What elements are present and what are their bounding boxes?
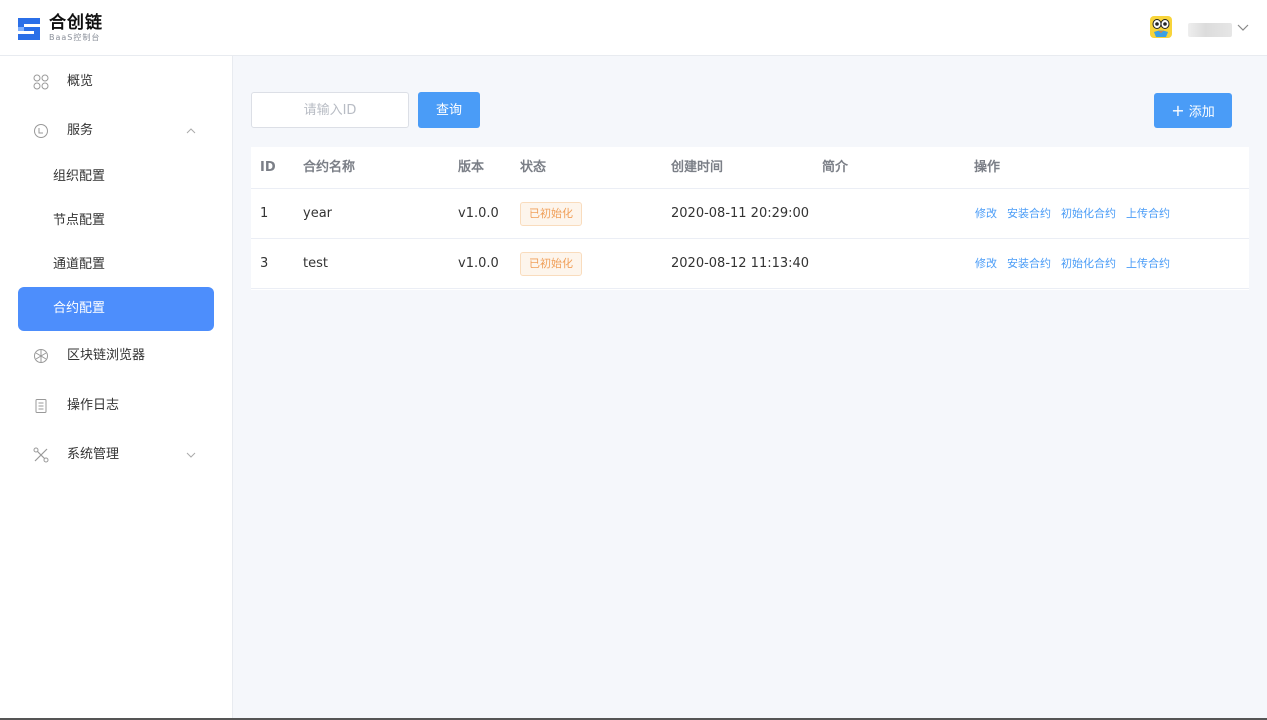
sidebar-item-channel-config[interactable]: 通道配置 (18, 243, 214, 287)
cell-id: 1 (260, 206, 269, 221)
search-id-input[interactable] (251, 92, 409, 128)
table-row: 3 test v1.0.0 已初始化 2020-08-12 11:13:40 修… (251, 239, 1249, 289)
logo-subtitle: BaaS控制台 (49, 33, 101, 42)
sidebar-item-system-management[interactable]: 系统管理 (18, 433, 214, 477)
service-icon (34, 124, 48, 138)
sidebar-item-org-config[interactable]: 组织配置 (18, 155, 214, 199)
cell-version: v1.0.0 (458, 206, 499, 221)
sidebar-item-label: 操作日志 (67, 398, 120, 413)
install-contract-link[interactable]: 安装合约 (1007, 257, 1051, 270)
globe-icon (34, 349, 48, 363)
sidebar-item-label: 区块链浏览器 (67, 348, 146, 363)
init-contract-link[interactable]: 初始化合约 (1061, 207, 1116, 220)
sidebar-item-label: 服务 (67, 123, 94, 138)
cell-created: 2020-08-12 11:13:40 (671, 256, 810, 271)
cell-created: 2020-08-11 20:29:00 (671, 206, 810, 221)
sidebar-item-node-config[interactable]: 节点配置 (18, 199, 214, 243)
grid-icon (33, 74, 49, 90)
sidebar-item-blockchain-explorer[interactable]: 区块链浏览器 (18, 334, 214, 378)
add-button[interactable]: + 添加 (1154, 93, 1232, 128)
row-actions: 修改 安装合约 初始化合约 上传合约 (975, 239, 1180, 289)
column-header-intro: 简介 (822, 160, 849, 175)
app-logo[interactable]: 合创链 BaaS控制台 (16, 12, 116, 44)
sidebar-subitem-label: 合约配置 (53, 301, 106, 316)
column-header-status: 状态 (520, 160, 547, 175)
sidebar-item-operation-log[interactable]: 操作日志 (18, 384, 214, 428)
install-contract-link[interactable]: 安装合约 (1007, 207, 1051, 220)
username-blurred[interactable] (1188, 23, 1232, 37)
cell-version: v1.0.0 (458, 256, 499, 271)
tools-icon (33, 447, 49, 463)
sidebar-subitem-label: 组织配置 (53, 169, 106, 184)
upload-contract-link[interactable]: 上传合约 (1126, 257, 1170, 270)
logo-icon (18, 18, 40, 40)
sidebar-item-label: 系统管理 (67, 447, 120, 462)
qq-penguin-avatar-icon[interactable] (1149, 15, 1173, 39)
sidebar-item-contract-config[interactable]: 合约配置 (18, 287, 214, 331)
table-header: ID 合约名称 版本 状态 创建时间 简介 操作 (251, 147, 1249, 189)
init-contract-link[interactable]: 初始化合约 (1061, 257, 1116, 270)
logo-title: 合创链 (49, 13, 103, 33)
log-icon (35, 399, 47, 413)
column-header-name: 合约名称 (303, 160, 356, 175)
edit-link[interactable]: 修改 (975, 207, 997, 220)
sidebar: 概览 服务 组织配置 节点配置 通道配置 合约配置 区块链浏览器 操作日志 系统… (0, 56, 233, 720)
upload-contract-link[interactable]: 上传合约 (1126, 207, 1170, 220)
status-badge: 已初始化 (520, 252, 582, 276)
cell-name: test (303, 256, 328, 271)
sidebar-item-overview[interactable]: 概览 (18, 60, 214, 104)
cell-name: year (303, 206, 333, 221)
row-actions: 修改 安装合约 初始化合约 上传合约 (975, 189, 1180, 239)
column-header-actions: 操作 (974, 160, 1001, 175)
contract-table: ID 合约名称 版本 状态 创建时间 简介 操作 1 year v1.0.0 已… (251, 147, 1249, 290)
edit-link[interactable]: 修改 (975, 257, 997, 270)
chevron-down-icon[interactable] (1237, 24, 1249, 32)
chevron-down-icon[interactable] (186, 451, 196, 459)
chevron-up-icon[interactable] (186, 127, 196, 135)
sidebar-item-label: 概览 (67, 74, 94, 89)
sidebar-subitem-label: 通道配置 (53, 257, 106, 272)
status-badge: 已初始化 (520, 202, 582, 226)
column-header-created: 创建时间 (671, 160, 724, 175)
sidebar-subitem-label: 节点配置 (53, 213, 106, 228)
plus-icon: + (1171, 101, 1185, 120)
top-header: 合创链 BaaS控制台 (0, 0, 1267, 56)
sidebar-item-services[interactable]: 服务 (18, 109, 214, 153)
column-header-id: ID (260, 160, 276, 175)
table-row: 1 year v1.0.0 已初始化 2020-08-11 20:29:00 修… (251, 189, 1249, 239)
column-header-version: 版本 (458, 160, 485, 175)
cell-id: 3 (260, 256, 269, 271)
add-button-label: 添加 (1188, 105, 1215, 120)
query-button[interactable]: 查询 (418, 92, 480, 128)
